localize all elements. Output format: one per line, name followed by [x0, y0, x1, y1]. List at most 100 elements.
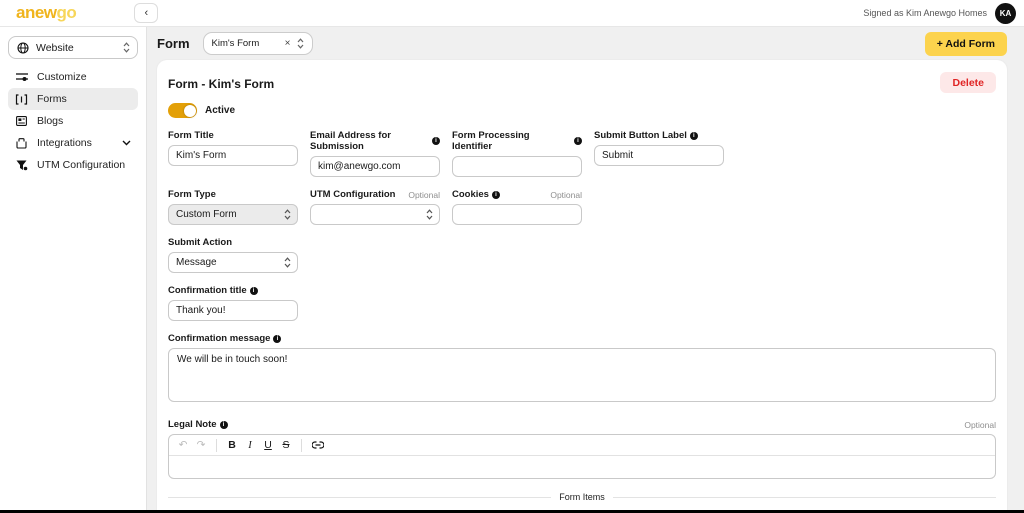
redo-button[interactable]: ↷: [193, 437, 209, 453]
info-icon: i: [492, 191, 500, 199]
chevron-left-icon: ‹: [144, 7, 148, 19]
sidebar-item-customize[interactable]: Customize: [8, 66, 138, 88]
toolbar-divider: [301, 439, 302, 452]
confirmation-message-field: Confirmation messagei We will be in touc…: [168, 333, 996, 407]
submit-button-label-label: Submit Button Labeli: [594, 130, 724, 141]
submit-action-select[interactable]: Message: [168, 252, 298, 273]
info-icon: i: [690, 132, 698, 140]
fields-row-4: Confirmation titlei: [168, 285, 996, 321]
submit-action-label: Submit Action: [168, 237, 298, 248]
sidebar-item-blogs[interactable]: Blogs: [8, 110, 138, 132]
sidebar: Website Customize Forms Blogs: [0, 27, 147, 513]
chevron-updown-icon: [297, 38, 304, 49]
confirmation-title-label: Confirmation titlei: [168, 285, 298, 296]
fields-row-2: Form Type Custom Form UTM ConfigurationO…: [168, 189, 996, 225]
main-area: Form Kim's Form × + Add Form Form - Kim'…: [147, 27, 1024, 513]
page-title: Form: [157, 36, 190, 51]
optional-badge: Optional: [408, 190, 440, 200]
info-icon: i: [574, 137, 582, 145]
top-header: anewgo ‹ Signed as Kim Anewgo Homes KA: [0, 0, 1024, 27]
anewgo-logo: anewgo: [16, 3, 76, 23]
site-select[interactable]: Website: [8, 36, 138, 59]
chevron-updown-icon: [123, 42, 130, 53]
redo-icon: ↷: [197, 439, 206, 451]
avatar[interactable]: KA: [995, 3, 1016, 24]
toggle-knob: [184, 105, 196, 117]
sidebar-item-label: Integrations: [37, 137, 92, 149]
sidebar-menu: Customize Forms Blogs Integrations: [8, 66, 138, 176]
legal-note-label: Legal NoteiOptional: [168, 419, 996, 430]
link-button[interactable]: [309, 437, 327, 453]
newspaper-icon: [15, 116, 28, 126]
sidebar-item-utm-configuration[interactable]: UTM Configuration: [8, 154, 138, 176]
strikethrough-button[interactable]: S: [278, 437, 294, 453]
form-card: Form - Kim's Form Delete Active Form Tit…: [157, 60, 1007, 513]
form-title-label: Form Title: [168, 130, 298, 141]
info-icon: i: [250, 287, 258, 295]
fields-row-1: Form Title Email Address for Submissioni…: [168, 130, 996, 177]
integration-box-icon: [15, 138, 28, 149]
active-toggle[interactable]: [168, 103, 197, 118]
form-select[interactable]: Kim's Form ×: [203, 32, 313, 55]
optional-badge: Optional: [964, 420, 996, 430]
toolbar-divider: [216, 439, 217, 452]
underline-button[interactable]: U: [260, 437, 276, 453]
legal-note-content[interactable]: [169, 456, 995, 478]
logo-part-1: anew: [16, 3, 57, 22]
undo-icon: ↶: [179, 439, 188, 451]
delete-button[interactable]: Delete: [940, 72, 996, 93]
chevron-updown-icon: [284, 257, 291, 268]
add-form-button[interactable]: + Add Form: [925, 32, 1007, 56]
globe-icon: [16, 42, 29, 54]
bold-button[interactable]: B: [224, 437, 240, 453]
italic-button[interactable]: I: [242, 437, 258, 453]
sidebar-item-label: Forms: [37, 93, 67, 105]
form-type-label: Form Type: [168, 189, 298, 200]
chevron-updown-icon: [284, 209, 291, 220]
form-items-title: Form Items: [559, 492, 605, 502]
info-icon: i: [432, 137, 440, 145]
legal-note-editor[interactable]: ↶ ↷ B I U S: [168, 434, 996, 479]
fields-row-3: Submit Action Message: [168, 237, 996, 273]
utm-select[interactable]: [310, 204, 440, 225]
submit-button-label-input[interactable]: [594, 145, 724, 166]
info-icon: i: [273, 335, 281, 343]
sidebar-item-integrations[interactable]: Integrations: [8, 132, 138, 154]
sidebar-item-label: Blogs: [37, 115, 63, 127]
form-title-input[interactable]: [168, 145, 298, 166]
info-icon: i: [220, 421, 228, 429]
form-type-select[interactable]: Custom Form: [168, 204, 298, 225]
confirmation-title-input[interactable]: [168, 300, 298, 321]
signed-as-text: Signed as Kim Anewgo Homes: [863, 8, 987, 18]
legal-note-field: Legal NoteiOptional ↶ ↷ B I U S: [168, 419, 996, 479]
funnel-icon: [15, 160, 28, 171]
form-card-title: Form - Kim's Form: [168, 72, 274, 91]
logo-part-2: go: [57, 3, 77, 22]
clear-icon[interactable]: ×: [285, 38, 291, 49]
form-input-icon: [15, 94, 28, 105]
optional-badge: Optional: [550, 190, 582, 200]
cookies-label: CookiesiOptional: [452, 189, 582, 200]
confirmation-message-textarea[interactable]: We will be in touch soon!: [168, 348, 996, 402]
editor-toolbar: ↶ ↷ B I U S: [169, 435, 995, 456]
sidebar-item-label: Customize: [37, 71, 87, 83]
chevron-down-icon: [122, 140, 131, 146]
sidebar-item-label: UTM Configuration: [37, 159, 125, 171]
sliders-icon: [15, 72, 28, 82]
site-select-value: Website: [36, 42, 116, 54]
sidebar-collapse-button[interactable]: ‹: [134, 3, 158, 23]
processing-id-input[interactable]: [452, 156, 582, 177]
email-input[interactable]: [310, 156, 440, 177]
form-items-divider: Form Items: [168, 492, 996, 502]
undo-button[interactable]: ↶: [175, 437, 191, 453]
confirmation-message-label: Confirmation messagei: [168, 333, 996, 344]
chevron-updown-icon: [426, 209, 433, 220]
email-label: Email Address for Submissioni: [310, 130, 440, 152]
form-toolbar: Form Kim's Form × + Add Form: [147, 27, 1024, 60]
link-icon: [312, 441, 324, 449]
utm-label: UTM ConfigurationOptional: [310, 189, 440, 200]
sidebar-item-forms[interactable]: Forms: [8, 88, 138, 110]
active-label: Active: [205, 105, 235, 116]
cookies-input[interactable]: [452, 204, 582, 225]
processing-id-label: Form Processing Identifieri: [452, 130, 582, 152]
